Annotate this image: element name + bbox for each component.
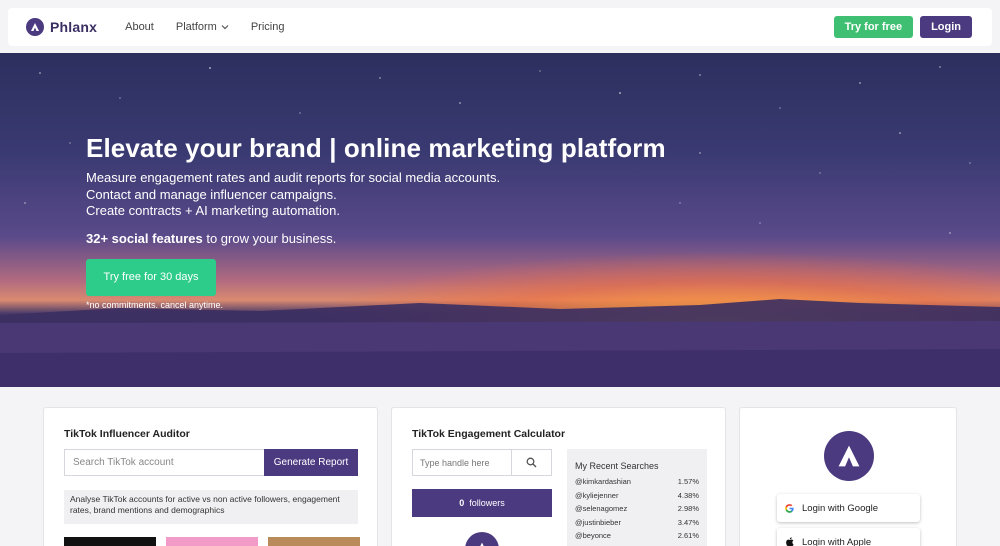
recent-rate: 2.98% xyxy=(677,504,699,514)
handle-input[interactable]: Type handle here xyxy=(412,449,512,476)
recent-handle: @justinbieber xyxy=(575,517,621,527)
engagement-calculator-card: TikTok Engagement Calculator Type handle… xyxy=(391,407,726,546)
hero-line: Measure engagement rates and audit repor… xyxy=(86,170,501,185)
recent-searches-panel: My Recent Searches @kimkardashian 1.57% @… xyxy=(567,449,707,546)
sample-report-thumbnail[interactable] xyxy=(268,537,360,546)
search-icon xyxy=(526,457,537,468)
top-navbar: Phlanx About Platform Pricing Try for fr… xyxy=(8,8,992,46)
google-icon xyxy=(785,503,794,513)
followers-count-bar: 0 followers xyxy=(412,489,552,517)
followers-count: 0 xyxy=(459,498,465,508)
logo[interactable]: Phlanx xyxy=(26,18,97,36)
phlanx-logo-icon xyxy=(824,431,874,481)
main-nav: About Platform Pricing xyxy=(125,21,284,33)
recent-handle: @kyliejenner xyxy=(575,490,619,500)
hero-features-bold: 32+ social features xyxy=(86,230,203,246)
hero-title: Elevate your brand | online marketing pl… xyxy=(86,133,666,163)
nav-platform[interactable]: Platform xyxy=(176,21,229,33)
auditor-description: Analyse TikTok accounts for active vs no… xyxy=(64,490,358,524)
phlanx-logo-icon xyxy=(465,532,499,546)
search-button[interactable] xyxy=(512,449,552,476)
followers-label: followers xyxy=(469,498,505,508)
hero-features: 32+ social features to grow your busines… xyxy=(86,231,666,246)
recent-searches-title: My Recent Searches xyxy=(575,461,659,471)
apple-icon xyxy=(786,537,794,546)
list-item[interactable]: @kimkardashian 1.57% xyxy=(575,475,699,489)
login-button[interactable]: Login xyxy=(920,16,972,38)
login-with-apple-button[interactable]: Login with Apple xyxy=(777,528,920,546)
login-card: Login with Google Login with Apple xyxy=(739,407,957,546)
phlanx-logo-icon xyxy=(26,18,44,36)
sample-reports xyxy=(64,537,360,546)
list-item[interactable]: @selenagomez 2.98% xyxy=(575,502,699,516)
recent-rate: 4.38% xyxy=(677,490,699,500)
hero-note: *no commitments. cancel anytime. xyxy=(86,299,224,310)
nav-about[interactable]: About xyxy=(125,21,154,33)
login-with-google-button[interactable]: Login with Google xyxy=(777,494,920,522)
auditor-search-row: Search TikTok account Generate Report xyxy=(64,449,358,476)
logo-text: Phlanx xyxy=(50,19,98,35)
google-login-label: Login with Google xyxy=(802,502,879,514)
chevron-down-icon xyxy=(221,25,229,30)
hero-line: Contact and manage influencer campaigns. xyxy=(86,186,337,202)
list-item[interactable]: @justinbieber 3.47% xyxy=(575,516,699,530)
recent-rate: 1.57% xyxy=(677,477,699,487)
handle-search-row: Type handle here xyxy=(412,449,552,476)
recent-rate: 2.61% xyxy=(677,531,699,541)
hero-banner: Elevate your brand | online marketing pl… xyxy=(0,53,1000,387)
recent-handle: @beyonce xyxy=(575,531,611,541)
try-free-30-days-button[interactable]: Try free for 30 days xyxy=(86,258,216,296)
tiktok-account-input[interactable]: Search TikTok account xyxy=(64,449,264,476)
list-item[interactable]: @kyliejenner 4.38% xyxy=(575,489,699,503)
recent-rate: 3.47% xyxy=(677,517,699,527)
recent-handle: @selenagomez xyxy=(575,504,628,514)
nav-platform-label: Platform xyxy=(175,21,217,33)
hero-features-rest: to grow your business. xyxy=(202,230,337,246)
sample-report-thumbnail[interactable] xyxy=(64,537,156,546)
sample-report-thumbnail[interactable] xyxy=(166,537,258,546)
list-item[interactable]: @beyonce 2.61% xyxy=(575,529,699,543)
nav-pricing[interactable]: Pricing xyxy=(251,21,285,33)
hero-description: Measure engagement rates and audit repor… xyxy=(86,170,666,220)
recent-handle: @kimkardashian xyxy=(575,477,631,487)
influencer-auditor-card: TikTok Influencer Auditor Search TikTok … xyxy=(43,407,378,546)
generate-report-button[interactable]: Generate Report xyxy=(264,449,358,476)
card-title: TikTok Engagement Calculator xyxy=(412,428,566,440)
card-title: TikTok Influencer Auditor xyxy=(64,428,190,440)
try-free-button[interactable]: Try for free xyxy=(833,16,914,38)
apple-login-label: Login with Apple xyxy=(802,536,872,546)
header-actions: Try for free Login xyxy=(833,16,972,38)
hero-content: Elevate your brand | online marketing pl… xyxy=(86,133,666,310)
hero-line: Create contracts + AI marketing automati… xyxy=(86,203,340,218)
